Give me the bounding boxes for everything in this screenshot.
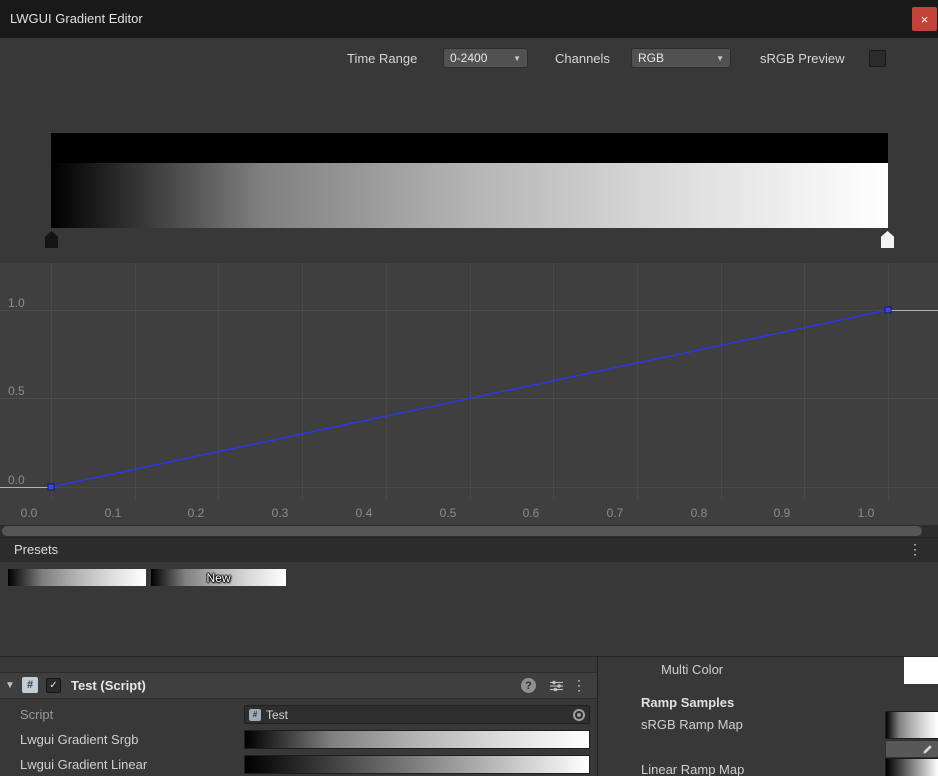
component-title: Test (Script) (71, 678, 146, 693)
x-tick-label: 0.6 (516, 506, 546, 520)
channels-value: RGB (638, 51, 710, 65)
linear-ramp-map-thumbnail[interactable] (885, 758, 938, 776)
close-button[interactable]: × (912, 7, 937, 31)
edit-ramp-button[interactable] (885, 740, 938, 758)
preset-gradient-swatch[interactable] (8, 569, 146, 586)
pencil-icon (922, 744, 933, 755)
linear-ramp-map-label: Linear Ramp Map (641, 762, 744, 776)
gradient-editor-window: LWGUI Gradient Editor × Time Range 0-240… (0, 0, 938, 776)
x-tick-label: 0.1 (98, 506, 128, 520)
presets-header: Presets ⋮ (0, 537, 938, 562)
curve-line[interactable] (51, 310, 888, 487)
srgb-preview-checkbox[interactable] (869, 50, 886, 67)
channels-dropdown[interactable]: RGB ▼ (631, 48, 731, 68)
x-tick-label: 0.3 (265, 506, 295, 520)
object-picker-icon[interactable] (573, 709, 585, 721)
curve-key-start[interactable] (48, 484, 54, 490)
gradient-preview-alpha-band (51, 133, 888, 163)
curve-editor[interactable]: 1.0 0.5 0.0 0.0 0.1 0.2 0.3 0.4 0.5 0.6 … (0, 263, 938, 525)
multi-color-label: Multi Color (661, 662, 723, 677)
background-panels: ▼ # ✓ Test (Script) ? (0, 656, 938, 776)
gradient-preview[interactable] (51, 133, 888, 228)
chevron-down-icon: ▼ (513, 54, 521, 63)
material-panel: Multi Color Ramp Samples sRGB Ramp Map L… (597, 657, 938, 776)
x-tick-label: 0.8 (684, 506, 714, 520)
script-object-value: Test (266, 708, 573, 722)
window-title: LWGUI Gradient Editor (10, 11, 143, 26)
channels-label: Channels (555, 51, 610, 66)
x-tick-label: 0.7 (600, 506, 630, 520)
time-range-dropdown[interactable]: 0-2400 ▼ (443, 48, 528, 68)
component-menu-icon[interactable]: ⋮ (572, 678, 586, 692)
gradient-linear-label: Lwgui Gradient Linear (20, 757, 147, 772)
presets-title: Presets (14, 542, 58, 557)
gradient-key-black[interactable] (45, 231, 58, 248)
gradient-srgb-label: Lwgui Gradient Srgb (20, 732, 139, 747)
multi-color-swatch[interactable] (904, 657, 938, 684)
component-enabled-checkbox[interactable]: ✓ (46, 678, 61, 693)
srgb-preview-label: sRGB Preview (760, 51, 845, 66)
x-tick-label: 0.0 (14, 506, 44, 520)
time-range-value: 0-2400 (450, 51, 507, 65)
close-icon: × (921, 12, 929, 27)
curve-key-end[interactable] (885, 307, 891, 313)
x-tick-label: 0.4 (349, 506, 379, 520)
preset-new-swatch[interactable]: New (151, 569, 286, 586)
x-tick-label: 0.9 (767, 506, 797, 520)
horizontal-scrollbar[interactable] (0, 525, 938, 537)
gradient-key-white[interactable] (881, 231, 894, 248)
script-object-field[interactable]: # Test (244, 705, 590, 724)
curve-plot (0, 263, 938, 525)
x-tick-label: 0.5 (433, 506, 463, 520)
preset-new-label: New (206, 571, 230, 585)
check-icon: ✓ (49, 680, 57, 691)
csharp-script-icon: # (22, 677, 38, 693)
gradient-linear-field[interactable] (244, 755, 590, 774)
presets-menu-icon[interactable]: ⋮ (908, 542, 922, 556)
component-header[interactable]: ▼ # ✓ Test (Script) ? (0, 672, 597, 699)
presets-sliders-icon[interactable] (550, 680, 563, 695)
scrollbar-thumb[interactable] (2, 526, 922, 536)
srgb-ramp-map-thumbnail[interactable] (885, 711, 938, 739)
srgb-ramp-map-label: sRGB Ramp Map (641, 717, 743, 732)
chevron-down-icon: ▼ (716, 54, 724, 63)
script-field-label: Script (20, 707, 53, 722)
x-tick-label: 0.2 (181, 506, 211, 520)
gradient-srgb-field[interactable] (244, 730, 590, 749)
csharp-script-icon: # (249, 709, 261, 721)
help-icon[interactable]: ? (521, 678, 536, 693)
x-tick-label: 1.0 (851, 506, 881, 520)
time-range-label: Time Range (347, 51, 417, 66)
inspector-panel: ▼ # ✓ Test (Script) ? (0, 657, 597, 776)
gradient-preview-color-band (51, 163, 888, 228)
ramp-samples-header: Ramp Samples (641, 695, 734, 710)
foldout-arrow-icon[interactable]: ▼ (5, 680, 15, 691)
titlebar: LWGUI Gradient Editor × (0, 0, 938, 38)
